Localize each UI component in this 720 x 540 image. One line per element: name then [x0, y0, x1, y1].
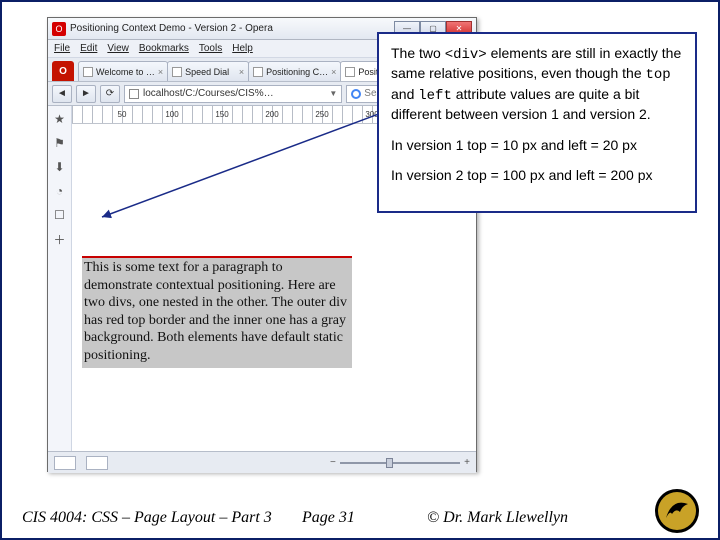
favicon-icon: [345, 67, 355, 77]
status-reload-icon[interactable]: [54, 456, 76, 470]
tab-label: Positioning C…: [266, 67, 328, 77]
back-button[interactable]: ◄: [52, 85, 72, 103]
tab-label: Speed Dial: [185, 67, 229, 77]
explanation-callout: The two <div> elements are still in exac…: [377, 32, 697, 213]
tab-label: Welcome to …: [96, 67, 155, 77]
back-icon: ◄: [57, 88, 67, 99]
footer-page-number: Page 31: [302, 509, 355, 527]
footer-course: CIS 4004: CSS – Page Layout – Part 3: [22, 509, 272, 527]
opera-menu-button[interactable]: O: [52, 61, 74, 81]
ucf-pegasus-logo: [654, 488, 700, 534]
forward-icon: ►: [81, 88, 91, 99]
address-text: localhost/C:/Courses/CIS%…: [143, 88, 274, 99]
callout-paragraph-2: In version 1 top = 10 px and left = 20 p…: [391, 136, 683, 154]
tab-positioning-1[interactable]: Positioning C…×: [248, 61, 341, 81]
dropdown-icon[interactable]: ▼: [329, 89, 337, 98]
zoom-in-icon[interactable]: +: [464, 457, 470, 468]
window-title: Positioning Context Demo - Version 2 - O…: [70, 23, 394, 34]
demo-inner-div: This is some text for a paragraph to dem…: [82, 258, 352, 368]
favicon-icon: [83, 67, 93, 77]
demo-outer-div: This is some text for a paragraph to dem…: [82, 256, 352, 368]
favicon-icon: [172, 67, 182, 77]
note-icon[interactable]: ☐: [53, 208, 67, 222]
history-icon[interactable]: ◔: [53, 184, 67, 198]
reload-button[interactable]: ⟳: [100, 85, 120, 103]
menu-file[interactable]: File: [54, 43, 70, 54]
download-icon[interactable]: ⬇: [53, 160, 67, 174]
callout-paragraph-1: The two <div> elements are still in exac…: [391, 44, 683, 124]
menu-view[interactable]: View: [107, 43, 129, 54]
menu-bookmarks[interactable]: Bookmarks: [139, 43, 189, 54]
tab-close-icon[interactable]: ×: [158, 67, 163, 77]
status-view-icon[interactable]: [86, 456, 108, 470]
favicon-icon: [253, 67, 263, 77]
page-icon: [129, 89, 139, 99]
menu-edit[interactable]: Edit: [80, 43, 97, 54]
add-panel-icon[interactable]: ＋: [53, 232, 67, 246]
footer-author: © Dr. Mark Llewellyn: [427, 509, 568, 527]
menu-tools[interactable]: Tools: [199, 43, 222, 54]
menu-help[interactable]: Help: [232, 43, 253, 54]
zoom-out-icon[interactable]: −: [330, 457, 336, 468]
google-icon: [351, 89, 361, 99]
tab-close-icon[interactable]: ×: [239, 67, 244, 77]
flag-icon[interactable]: ⚑: [53, 136, 67, 150]
tab-speed-dial[interactable]: Speed Dial ×: [167, 61, 249, 81]
star-icon[interactable]: ★: [53, 112, 67, 126]
panel-sidebar: ★ ⚑ ⬇ ◔ ☐ ＋: [48, 106, 72, 451]
forward-button[interactable]: ►: [76, 85, 96, 103]
status-bar: − +: [48, 451, 476, 473]
tab-welcome[interactable]: Welcome to …×: [78, 61, 168, 81]
demo-paragraph-text: This is some text for a paragraph to dem…: [84, 260, 347, 363]
slide-footer: CIS 4004: CSS – Page Layout – Part 3 Pag…: [2, 498, 718, 538]
tab-close-icon[interactable]: ×: [331, 67, 336, 77]
opera-icon: O: [52, 22, 66, 36]
zoom-slider[interactable]: − +: [330, 457, 470, 468]
address-bar[interactable]: localhost/C:/Courses/CIS%… ▼: [124, 85, 342, 103]
callout-paragraph-3: In version 2 top = 100 px and left = 200…: [391, 166, 683, 184]
reload-icon: ⟳: [106, 88, 114, 99]
zoom-thumb[interactable]: [386, 458, 393, 468]
